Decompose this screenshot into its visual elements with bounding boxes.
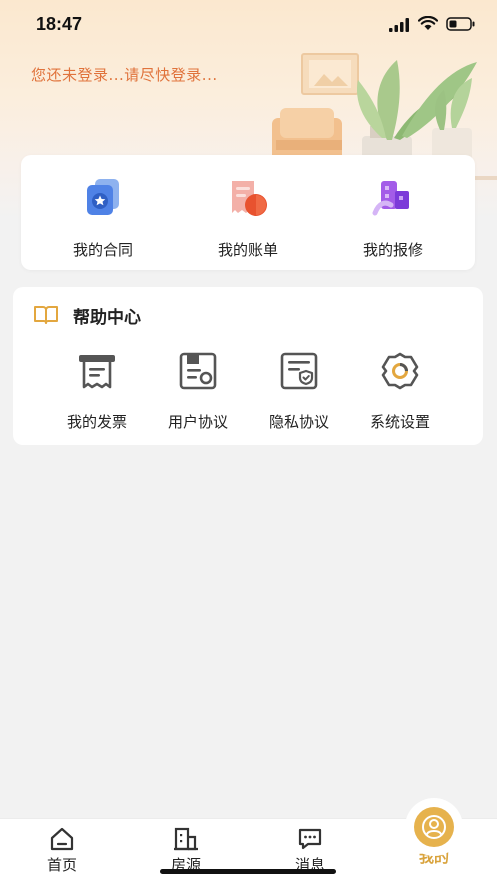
privacy-agreement-icon xyxy=(280,352,318,390)
my-bill-button[interactable]: 我的账单 xyxy=(183,173,313,260)
user-agreement-button[interactable]: 用户协议 xyxy=(148,349,248,432)
invoice-icon xyxy=(79,355,115,389)
home-indicator xyxy=(160,869,336,874)
system-settings-label: 系统设置 xyxy=(369,413,430,431)
book-icon xyxy=(34,306,58,324)
message-icon xyxy=(298,828,322,850)
contract-icon xyxy=(87,179,119,215)
tab-home[interactable]: 首页 xyxy=(12,819,112,883)
help-center-title: 帮助中心 xyxy=(73,308,141,328)
my-repair-button[interactable]: 我的报修 xyxy=(328,173,458,260)
my-repair-label: 我的报修 xyxy=(362,241,423,259)
privacy-agreement-button[interactable]: 隐私协议 xyxy=(249,349,349,432)
home-icon xyxy=(50,827,74,851)
building-icon xyxy=(174,827,198,851)
battery-icon xyxy=(446,17,475,31)
my-bill-label: 我的账单 xyxy=(217,241,278,259)
tab-mine-icon-bubble[interactable] xyxy=(405,798,463,856)
wifi-icon xyxy=(418,16,438,30)
user-icon xyxy=(422,815,446,839)
my-contract-label: 我的合同 xyxy=(72,241,133,259)
quick-actions-card: 我的合同 我的账单 我的报修 xyxy=(21,155,475,270)
user-agreement-label: 用户协议 xyxy=(167,413,228,431)
status-bar: 18:47 xyxy=(0,0,497,50)
settings-gear-icon xyxy=(381,352,419,390)
help-center-card: 帮助中心 我的发票 用户协议 隐私协议 系统设置 xyxy=(13,287,483,445)
my-invoice-label: 我的发票 xyxy=(66,413,127,431)
status-time: 18:47 xyxy=(36,14,83,34)
cellular-signal-icon xyxy=(389,18,409,32)
system-settings-button[interactable]: 系统设置 xyxy=(350,349,450,432)
repair-icon xyxy=(372,181,409,216)
privacy-agreement-label: 隐私协议 xyxy=(268,413,329,431)
tab-home-label: 首页 xyxy=(46,856,77,874)
user-agreement-icon xyxy=(179,352,217,390)
my-contract-button[interactable]: 我的合同 xyxy=(38,173,168,260)
my-invoice-button[interactable]: 我的发票 xyxy=(47,349,147,432)
bill-icon xyxy=(232,181,267,216)
login-prompt[interactable]: 您还未登录...请尽快登录... xyxy=(31,64,218,85)
